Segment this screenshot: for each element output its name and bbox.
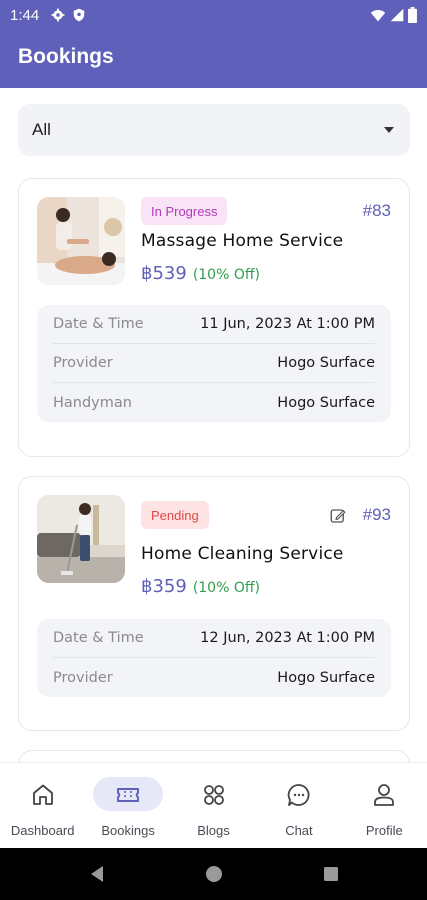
detail-value: Hogo Surface (277, 669, 375, 686)
shield-icon (73, 8, 85, 22)
top-bar: 1:44 Bookings (0, 0, 427, 88)
detail-row: Provider Hogo Surface (53, 344, 375, 383)
booking-card[interactable]: In Progress #83 Massage Home Service ฿53… (18, 178, 410, 457)
ticket-icon (117, 788, 140, 802)
service-image (37, 495, 125, 583)
detail-value: 12 Jun, 2023 At 1:00 PM (200, 630, 375, 646)
page-title: Bookings (18, 45, 114, 68)
detail-value: Hogo Surface (277, 355, 375, 371)
nav-item-dashboard[interactable]: Dashboard (0, 763, 85, 848)
nav-item-profile[interactable]: Profile (342, 763, 427, 848)
detail-label: Date & Time (53, 316, 144, 332)
signal-icon (390, 8, 404, 22)
back-icon[interactable] (89, 865, 105, 883)
service-name: Home Cleaning Service (141, 544, 344, 564)
status-filter-dropdown[interactable]: All (18, 104, 410, 156)
nav-label: Profile (365, 823, 403, 838)
home-icon (32, 784, 53, 805)
nav-item-chat[interactable]: Chat (256, 763, 341, 848)
edit-icon[interactable] (329, 507, 347, 525)
nav-item-blogs[interactable]: Blogs (171, 763, 256, 848)
detail-label: Provider (53, 669, 113, 686)
booking-details: Date & Time 11 Jun, 2023 At 1:00 PM Prov… (37, 305, 391, 422)
booking-id: #93 (362, 505, 391, 524)
system-navigation-bar (0, 848, 427, 900)
detail-row: Handyman Hogo Surface (53, 383, 375, 422)
recents-icon[interactable] (323, 866, 339, 882)
price-row: ฿359 (10% Off) (141, 576, 260, 597)
detail-row: Date & Time 12 Jun, 2023 At 1:00 PM (53, 619, 375, 658)
booking-details: Date & Time 12 Jun, 2023 At 1:00 PM Prov… (37, 619, 391, 697)
battery-icon (408, 7, 417, 23)
chevron-down-icon (384, 127, 394, 133)
bottom-navigation: Dashboard Bookings Blogs Chat Profile (0, 762, 427, 848)
service-name: Massage Home Service (141, 231, 344, 251)
booking-card[interactable]: Pending #93 Home Cleaning Service ฿359 (… (18, 476, 410, 731)
person-icon (374, 784, 395, 806)
detail-label: Provider (53, 355, 113, 371)
status-badge: In Progress (141, 197, 228, 225)
price: ฿539 (141, 263, 187, 284)
status-bar: 1:44 (0, 0, 427, 30)
price: ฿359 (141, 576, 187, 597)
discount-label: (10% Off) (192, 267, 260, 283)
detail-label: Date & Time (53, 630, 144, 646)
detail-row: Date & Time 11 Jun, 2023 At 1:00 PM (53, 305, 375, 344)
price-row: ฿539 (10% Off) (141, 263, 260, 284)
discount-label: (10% Off) (192, 580, 260, 596)
status-badge: Pending (141, 501, 209, 529)
nav-label: Bookings (101, 823, 155, 838)
detail-row: Provider Hogo Surface (53, 658, 375, 697)
nav-label: Chat (285, 823, 313, 838)
chat-icon (287, 784, 310, 806)
booking-id: #83 (362, 201, 391, 220)
nav-item-bookings[interactable]: Bookings (85, 763, 170, 848)
detail-value: Hogo Surface (277, 394, 375, 411)
grid-icon (203, 785, 224, 805)
detail-label: Handyman (53, 394, 132, 411)
home-button-icon[interactable] (205, 865, 223, 883)
settings-icon (51, 8, 65, 22)
detail-value: 11 Jun, 2023 At 1:00 PM (200, 316, 375, 332)
service-image (37, 197, 125, 285)
status-time: 1:44 (10, 6, 40, 24)
wifi-icon (370, 9, 386, 21)
nav-label: Dashboard (10, 823, 75, 838)
nav-label: Blogs (197, 823, 230, 838)
filter-selected-value: All (32, 120, 51, 139)
